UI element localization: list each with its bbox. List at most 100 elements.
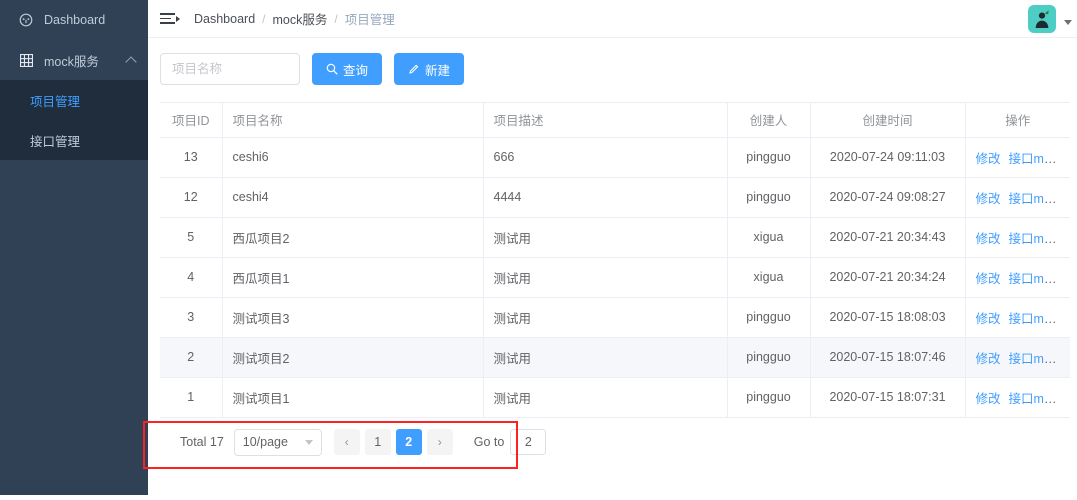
cell-creator: pingguo — [727, 337, 811, 378]
cell-project-name: 西瓜项目1 — [222, 257, 484, 298]
interface-mock-link[interactable]: 接口mock — [1009, 152, 1064, 166]
column-header-actions: 操作 — [965, 103, 1070, 138]
table-row[interactable]: 2 测试项目2 测试用 pingguo 2020-07-15 18:07:46 修改 接口m… — [160, 337, 1070, 378]
interface-mock-link[interactable]: 接口mock — [1009, 312, 1064, 326]
sidebar-item-project-management[interactable]: 项目管理 — [0, 80, 148, 120]
table-body: 13 ceshi6 666 pingguo 2020-07-24 09:11:03 修改接… — [160, 137, 1070, 418]
page-size-label: 10/page — [242, 435, 288, 449]
cell-create-time: 2020-07-21 20:34:24 — [810, 257, 966, 298]
caret-down-icon[interactable] — [1064, 19, 1072, 25]
pagination-prev-button[interactable]: ‹ — [333, 429, 360, 455]
sidebar-item-label: Dashboard — [44, 13, 106, 27]
pagination-goto-input[interactable] — [510, 429, 547, 455]
table-row[interactable]: 5 西瓜项目2 测试用 xigua 2020-07-21 20:34:43 修改 接口moc… — [160, 217, 1070, 258]
table-row[interactable]: 4 西瓜项目1 测试用 xigua 2020-07-21 20:34:24 修改 接口moc… — [160, 257, 1070, 298]
interface-mock-link[interactable]: 接口mock — [1009, 352, 1064, 366]
sidebar-item-mock-service[interactable]: mock服务 — [0, 40, 148, 80]
cell-project-name: 西瓜项目2 — [222, 217, 484, 258]
projects-table: 项目ID 项目名称 项目描述 创建人 创建时间 操作 1 3 ceshi6 666 pi… — [160, 103, 1070, 418]
sidebar-item-label: mock服务 — [44, 54, 99, 69]
pagination: Total 17 10/page ‹ 1 2 › Go to — [160, 418, 1070, 456]
sidebar: Dashboard mock服务 项目管理 接口管理 — [0, 0, 148, 495]
pagination-jumper: Go to — [474, 429, 547, 455]
edit-link[interactable]: 修改 — [976, 192, 1001, 206]
table-row[interactable]: 12 ceshi4 4444 pingguo 2020-07-24 09:08:27 修改… — [160, 177, 1070, 218]
cell-creator: xigua — [727, 257, 811, 298]
pagination-page-1[interactable]: 1 — [364, 429, 391, 455]
pagination-goto-label: Go to — [473, 435, 505, 449]
breadcrumb-separator: / — [334, 11, 338, 26]
pagination-page-2[interactable]: 2 — [395, 429, 422, 455]
avatar[interactable] — [1028, 5, 1056, 33]
sidebar-item-dashboard[interactable]: Dashboard — [0, 0, 148, 40]
cell-project-desc: 666 — [483, 137, 728, 178]
cell-actions: 修改 接口mock — [965, 177, 1070, 218]
breadcrumb-item-dashboard[interactable]: Dashboard — [194, 12, 255, 26]
cell-create-time: 2020-07-24 09:11:03 — [810, 137, 966, 178]
breadcrumb-separator: / — [262, 11, 266, 26]
pagination-total: Total 17 — [180, 435, 224, 449]
sidebar-item-interface-management[interactable]: 接口管理 — [0, 120, 148, 160]
table-row[interactable]: 13 ceshi6 666 pingguo 2020-07-24 09:11:03 修改接… — [160, 137, 1070, 178]
cell-project-id: 2 — [160, 337, 223, 378]
cell-actions: 修改 接口mock — [965, 137, 1070, 178]
create-button[interactable]: 新建 — [394, 53, 465, 85]
table-row[interactable]: 3 测试项目3 测试用 pingguo 2020-07-15 18:08:03 修改 接口m… — [160, 297, 1070, 338]
search-input[interactable] — [160, 53, 300, 85]
edit-link[interactable]: 修改 — [976, 312, 1001, 326]
chevron-down-icon — [304, 439, 313, 445]
create-button-label: 新建 — [425, 63, 451, 78]
cell-project-name: ceshi6 — [222, 137, 484, 178]
cell-project-desc: 测试用 — [483, 377, 728, 418]
main-area: Dashboard / mock服务 / 项目管理 项目名称 查询 新建 项目I… — [148, 0, 1077, 500]
app-root: Dashboard mock服务 项目管理 接口管理 Dashboard / m… — [0, 0, 1077, 500]
hamburger-collapse-icon[interactable] — [160, 8, 182, 30]
cell-creator: pingguo — [727, 377, 811, 418]
table-row[interactable]: 1 测试项目1 测试用 pingguo 2020-07-15 18:07:31 修改 接口m… — [160, 377, 1070, 418]
breadcrumb-item-mock-service[interactable]: mock服务 — [273, 9, 328, 28]
cell-project-name: ceshi4 — [222, 177, 484, 218]
interface-mock-link[interactable]: 接口mock — [1009, 392, 1064, 406]
edit-link[interactable]: 修改 — [976, 352, 1001, 366]
column-header-project-name: 项目名称 — [222, 103, 484, 138]
edit-pen-icon — [408, 63, 420, 75]
interface-mock-link[interactable]: 接口mock — [1009, 272, 1064, 286]
filter-bar: 查询 新建 — [160, 52, 1070, 86]
cell-project-id: 12 — [160, 177, 223, 218]
cell-create-time: 2020-07-15 18:07:31 — [810, 377, 966, 418]
table-head: 项目ID 项目名称 项目描述 创建人 创建时间 操作 — [160, 103, 1070, 138]
grid-icon — [18, 52, 34, 68]
interface-mock-link[interactable]: 接口mock — [1009, 192, 1064, 206]
cell-project-id: 5 — [160, 217, 223, 258]
interface-mock-link[interactable]: 接口mock — [1009, 232, 1064, 246]
edit-link[interactable]: 修改 — [976, 232, 1001, 246]
cell-create-time: 2020-07-15 18:08:03 — [810, 297, 966, 338]
cell-project-id: 1 — [160, 377, 223, 418]
cell-project-id: 4 — [160, 257, 223, 298]
column-header-create-time: 创建时间 — [810, 103, 966, 138]
topbar-right — [1028, 0, 1072, 38]
table-container: 项目ID 项目名称 项目描述 创建人 创建时间 操作 1 3 ceshi6 666 pi… — [160, 102, 1070, 418]
breadcrumb: Dashboard / mock服务 / 项目管理 — [194, 9, 395, 28]
cell-actions: 修改 接口mock — [965, 337, 1070, 378]
pagination-zone: Total 17 10/page ‹ 1 2 › Go to — [160, 418, 1070, 478]
table-header-row: 项目ID 项目名称 项目描述 创建人 创建时间 操作 — [160, 103, 1070, 138]
search-icon — [326, 63, 338, 75]
column-header-project-id: 项目ID — [160, 103, 223, 138]
cell-creator: xigua — [727, 217, 811, 258]
cell-project-desc: 测试用 — [483, 337, 728, 378]
cell-project-desc: 4444 — [483, 177, 728, 218]
cell-project-id: 3 — [160, 297, 223, 338]
edit-link[interactable]: 修改 — [976, 152, 1001, 166]
edit-link[interactable]: 修改 — [976, 392, 1001, 406]
cell-create-time: 2020-07-15 18:07:46 — [810, 337, 966, 378]
cell-project-name: 测试项目1 — [222, 377, 484, 418]
query-button[interactable]: 查询 — [312, 53, 383, 85]
content-area: 查询 新建 — [148, 38, 1077, 500]
edit-link[interactable]: 修改 — [976, 272, 1001, 286]
topbar: Dashboard / mock服务 / 项目管理 — [148, 0, 1077, 38]
cell-actions: 修改 接口mock — [965, 297, 1070, 338]
cell-creator: pingguo — [727, 297, 811, 338]
page-size-select[interactable]: 10/page — [233, 428, 322, 456]
cell-project-desc: 测试用 — [483, 297, 728, 338]
